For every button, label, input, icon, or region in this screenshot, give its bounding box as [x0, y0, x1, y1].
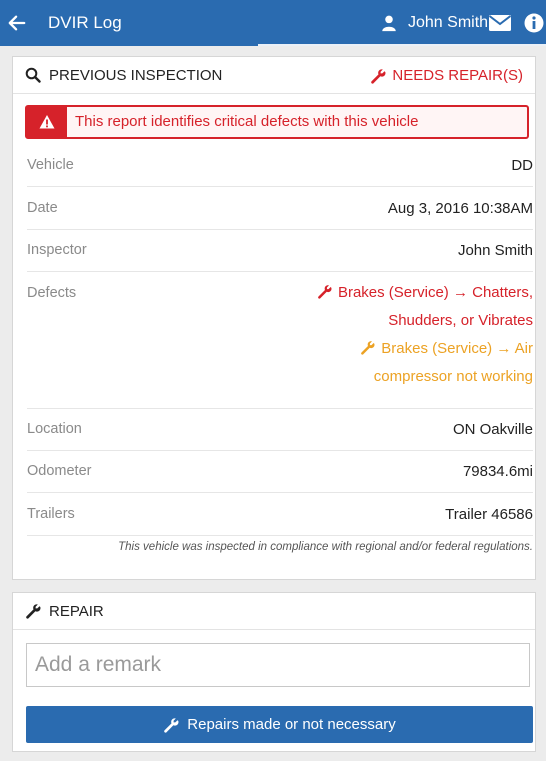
- repairs-made-label: Repairs made or not necessary: [187, 716, 396, 733]
- warning-icon: [39, 115, 55, 129]
- wrench-icon: [371, 68, 386, 84]
- defects-label: Defects: [27, 285, 77, 301]
- wrench-icon: [361, 341, 375, 355]
- vehicle-value: DD: [511, 157, 533, 174]
- remark-input[interactable]: [26, 643, 530, 687]
- repairs-made-button[interactable]: Repairs made or not necessary: [26, 706, 533, 743]
- date-value: Aug 3, 2016 10:38AM: [387, 200, 533, 217]
- vehicle-row: Vehicle DD: [27, 157, 533, 187]
- user-name: John Smith: [408, 14, 489, 31]
- user-icon: [382, 15, 396, 32]
- inspector-label: Inspector: [27, 242, 87, 258]
- inspector-value: John Smith: [457, 242, 533, 259]
- odometer-row: Odometer 79834.6mi: [27, 463, 533, 493]
- odometer-value: 79834.6mi: [462, 463, 533, 480]
- inspection-title: PREVIOUS INSPECTION: [49, 66, 223, 84]
- compliance-note: This vehicle was inspected in compliance…: [118, 541, 533, 553]
- back-button[interactable]: [8, 0, 26, 46]
- wrench-icon: [318, 285, 332, 299]
- defect-critical-line1: Brakes (Service) → Chatters,: [337, 284, 533, 301]
- date-label: Date: [27, 200, 58, 216]
- inspection-header: PREVIOUS INSPECTION NEEDS REPAIR(S): [13, 57, 535, 94]
- critical-defect-alert: This report identifies critical defects …: [25, 105, 529, 139]
- odometer-label: Odometer: [27, 463, 92, 479]
- defect-minor-line1: Brakes (Service) → Air: [381, 340, 533, 357]
- defect-critical[interactable]: Brakes (Service) → Chatters, Shudders, o…: [283, 279, 533, 335]
- app-header: DVIR Log John Smith: [0, 0, 546, 46]
- defect-minor[interactable]: Brakes (Service) → Air compressor not wo…: [283, 335, 533, 391]
- page-title: DVIR Log: [48, 13, 122, 32]
- inspector-row: Inspector John Smith: [27, 242, 533, 272]
- wrench-icon: [26, 604, 41, 619]
- trailers-row: Trailers Trailer 46586: [27, 506, 533, 536]
- vehicle-label: Vehicle: [27, 157, 74, 173]
- envelope-icon[interactable]: [488, 13, 512, 33]
- arrow-left-icon: [8, 15, 26, 31]
- wrench-icon: [164, 717, 179, 733]
- trailers-value: Trailer 46586: [445, 506, 533, 523]
- date-row: Date Aug 3, 2016 10:38AM: [27, 200, 533, 230]
- search-icon: [25, 67, 41, 83]
- repair-title: REPAIR: [49, 602, 104, 620]
- repair-card: REPAIR Repairs made or not necessary: [12, 592, 536, 752]
- defect-critical-line2: Shudders, or Vibrates: [388, 312, 533, 329]
- tab-indicator: [258, 44, 546, 46]
- location-row: Location ON Oakville: [27, 421, 533, 451]
- trailers-label: Trailers: [27, 506, 75, 522]
- previous-inspection-card: PREVIOUS INSPECTION NEEDS REPAIR(S) This…: [12, 56, 536, 580]
- defect-minor-line2: compressor not working: [373, 368, 533, 385]
- repair-header: REPAIR: [13, 593, 535, 630]
- location-label: Location: [27, 421, 82, 437]
- status-label: NEEDS REPAIR(S): [392, 67, 523, 84]
- defects-row: Defects Brakes (Service) → Chatters, Shu…: [27, 284, 533, 409]
- status-badge: NEEDS REPAIR(S): [370, 57, 523, 94]
- location-value: ON Oakville: [452, 421, 533, 438]
- info-icon[interactable]: [524, 12, 544, 34]
- user-menu[interactable]: John Smith: [380, 0, 488, 46]
- alert-text: This report identifies critical defects …: [75, 113, 419, 130]
